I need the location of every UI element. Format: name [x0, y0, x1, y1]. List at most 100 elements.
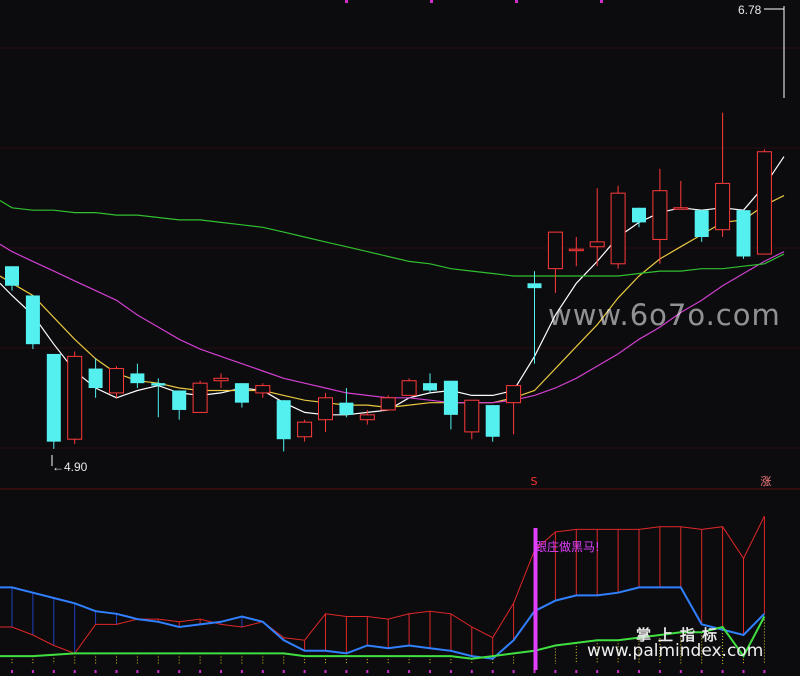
candle: [610, 185, 626, 269]
candle: [756, 149, 772, 255]
osc-base-dot: [220, 670, 222, 673]
osc-base-dot: [617, 670, 620, 673]
osc-base-dot: [157, 670, 160, 673]
osc-base-dot: [638, 670, 640, 673]
candle: [88, 358, 103, 398]
candle-body: [443, 380, 458, 415]
osc-base-dot: [387, 670, 390, 673]
candle: [255, 383, 271, 398]
candle-body: [359, 414, 375, 421]
candle-body: [715, 182, 731, 231]
candle-body: [506, 385, 522, 404]
candle-body: [652, 190, 668, 240]
osc-base-dot: [679, 670, 682, 673]
osc-base-dot: [52, 670, 55, 673]
price-labels: 6.78 ←4.90: [51, 3, 785, 474]
osc-base-dot: [282, 670, 285, 673]
candle: [213, 373, 229, 389]
candle: [632, 207, 646, 228]
osc-base-dot: [240, 670, 243, 673]
osc-base-dot: [596, 670, 599, 673]
candle: [485, 405, 500, 442]
osc-base-dot: [178, 670, 181, 673]
candle-body: [380, 397, 396, 411]
candle: [568, 237, 584, 267]
candle: [192, 380, 208, 413]
osc-base-dot: [261, 670, 264, 673]
osc-base-dot: [115, 670, 118, 673]
candle-body: [172, 390, 187, 410]
candle-body: [694, 210, 709, 237]
candle-body: [5, 266, 19, 286]
candle: [172, 390, 187, 420]
osc-base-dot: [429, 670, 431, 673]
top-tick: [600, 0, 603, 3]
osc-base-dot: [94, 670, 97, 673]
candle: [673, 180, 689, 210]
candle: [151, 378, 166, 418]
candle: [46, 353, 61, 449]
osc-base-dot: [575, 670, 578, 673]
osc-base-dot: [73, 670, 76, 673]
candle-body: [589, 241, 605, 248]
candle-body: [276, 400, 291, 440]
osc-base-dot: [345, 670, 348, 673]
candle: [443, 380, 458, 430]
candle-body: [46, 353, 61, 442]
osc-base-dot: [366, 670, 369, 673]
top-tick: [430, 0, 433, 3]
candle-body: [401, 380, 417, 396]
candle-body: [88, 368, 103, 389]
osc-base-dot: [449, 670, 452, 673]
candle-body: [213, 377, 229, 382]
osc-base-dot: [324, 670, 327, 673]
signal-label: 跟庄做黑马!: [535, 540, 600, 554]
osc-base-dot: [31, 670, 34, 673]
osc-base-dot: [199, 670, 202, 673]
candle: [527, 271, 542, 364]
candle-body: [234, 383, 249, 403]
osc-base-dot: [658, 670, 661, 673]
candle-body: [318, 397, 333, 421]
candle: [297, 419, 313, 442]
candle-body: [464, 399, 480, 433]
candle-body: [192, 382, 208, 413]
candle: [234, 383, 249, 408]
candle: [464, 399, 480, 440]
osc-base-dot: [700, 670, 703, 673]
candle-body: [756, 151, 772, 255]
candle-body: [339, 402, 354, 415]
osc-base-dot: [554, 670, 557, 673]
candle-body: [151, 383, 166, 386]
candle-body: [297, 421, 313, 438]
candle-body: [255, 385, 271, 394]
max-price-label: 6.78: [738, 3, 762, 17]
signal-marker: S: [531, 475, 538, 488]
osc-base-dot: [763, 670, 766, 673]
candle-body: [527, 283, 542, 289]
min-price-label: ←4.90: [52, 460, 88, 474]
candle: [715, 112, 731, 237]
stock-chart: 6.78 ←4.90 S涨: [0, 0, 800, 673]
candle: [318, 392, 333, 432]
candle-body: [423, 383, 437, 391]
osc-base-dot: [512, 670, 515, 673]
candle: [401, 378, 417, 396]
candle: [652, 168, 668, 264]
candle-body: [736, 210, 751, 257]
osc-base-dot: [303, 670, 306, 673]
candle: [736, 210, 751, 259]
osc-line-1: [0, 515, 765, 655]
osc-base-dot: [742, 670, 745, 673]
candle: [380, 395, 396, 411]
candlestick-series: [5, 112, 772, 452]
candle-body: [632, 207, 646, 223]
candle: [547, 231, 563, 294]
top-tick: [345, 0, 348, 3]
candle-body: [610, 192, 626, 265]
candle-body: [547, 231, 563, 270]
osc-base-dot: [491, 670, 494, 673]
osc-base-dot: [11, 670, 13, 673]
osc-line-3: [0, 616, 766, 660]
osc-base-dot: [533, 670, 536, 673]
